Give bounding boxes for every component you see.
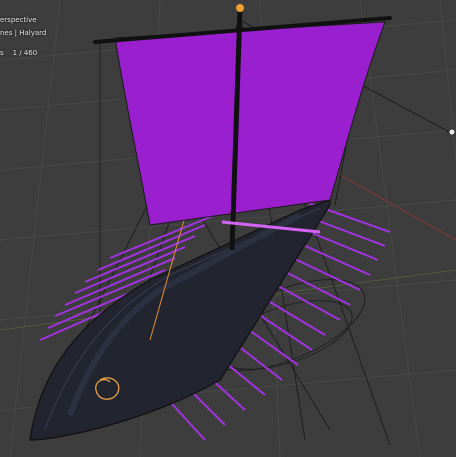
navigation-gizmo-icon[interactable] [448, 128, 456, 136]
frame-counter: 1 / 460 [12, 49, 38, 57]
frame-prefix: s [0, 49, 4, 57]
collection-label: nes | Halyard [0, 29, 47, 37]
mast-top-selected [236, 4, 244, 12]
3d-viewport[interactable]: erspective nes | Halyard s 1 / 460 [0, 0, 456, 457]
scene-canvas[interactable] [0, 0, 456, 457]
view-mode-label: erspective [0, 16, 37, 24]
frame-info: s 1 / 460 [0, 49, 37, 58]
